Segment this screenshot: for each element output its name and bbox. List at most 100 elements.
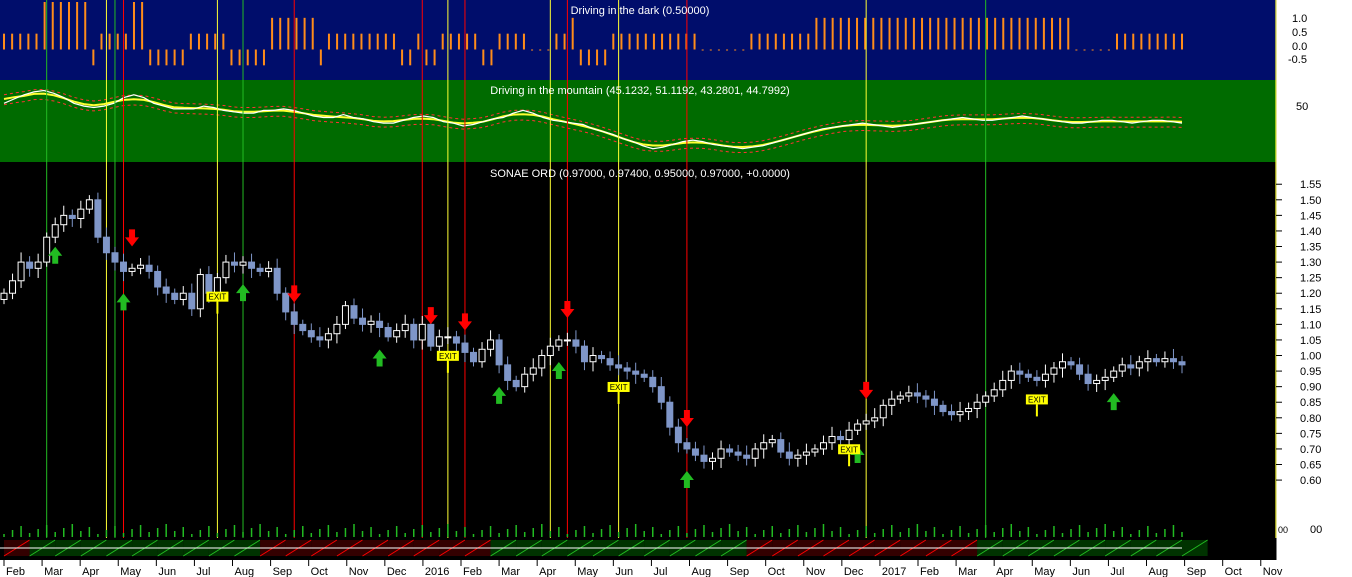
candle-body <box>768 439 776 444</box>
y-tick-label: 1.00 <box>1300 351 1321 363</box>
dark-bar <box>620 33 623 50</box>
candle-body <box>359 317 367 325</box>
candle-body <box>572 339 580 347</box>
candle-body <box>461 342 469 353</box>
dark-bar <box>677 33 680 50</box>
candle-body <box>376 320 384 328</box>
dark-bar <box>100 33 103 50</box>
x-tick-label: Apr <box>996 566 1013 577</box>
dark-bar <box>474 33 477 50</box>
dark-bar <box>726 49 729 51</box>
dark-bar <box>734 49 737 51</box>
dark-panel-title: Driving in the dark (0.50000) <box>571 5 710 17</box>
dark-bar <box>912 17 915 50</box>
candle-body <box>248 261 256 269</box>
candle-body <box>1059 361 1066 369</box>
dark-bar <box>360 33 363 50</box>
candle-body <box>649 376 657 388</box>
x-tick-label: Aug <box>1149 566 1169 577</box>
candle-body <box>1152 358 1160 363</box>
y-tick-label: 0.75 <box>1300 428 1321 440</box>
dark-bar <box>831 17 834 50</box>
x-tick-label: Nov <box>806 566 826 577</box>
x-tick-label: Jun <box>1072 566 1090 577</box>
candle-body <box>1110 370 1118 378</box>
y-tick-label: 0.85 <box>1300 397 1321 409</box>
candle-body <box>188 292 196 310</box>
candle-body <box>230 261 238 266</box>
dark-bar <box>197 33 200 50</box>
dark-bar <box>441 33 444 50</box>
candle-body <box>324 333 332 341</box>
y-tick-label: 0.90 <box>1300 382 1321 394</box>
dark-bar <box>1091 49 1094 51</box>
y-tick-label: 1.05 <box>1300 335 1321 347</box>
dark-bar <box>969 17 972 50</box>
candle-body <box>17 261 25 282</box>
dark-bar <box>661 33 664 50</box>
candle-body <box>427 323 435 347</box>
dark-bar <box>555 33 558 50</box>
candle-body <box>819 442 827 450</box>
candle-body <box>726 448 734 453</box>
x-tick-label: Feb <box>920 566 939 577</box>
dark-tick-3: 0.0 <box>1292 41 1307 53</box>
dark-bar <box>1107 49 1110 51</box>
dark-bar <box>417 33 420 50</box>
dark-bar <box>271 17 274 50</box>
dark-bar <box>1051 17 1054 50</box>
dark-bar <box>173 49 176 66</box>
candle-body <box>615 364 623 369</box>
candle-body <box>854 423 862 431</box>
dark-bar <box>92 49 95 66</box>
candle-body <box>1041 373 1049 381</box>
dark-bar <box>19 33 22 50</box>
candle-body <box>948 411 956 416</box>
candle-body <box>154 270 162 288</box>
dark-bar <box>531 49 534 51</box>
dark-bar <box>336 33 339 50</box>
candle-body <box>828 435 836 444</box>
dark-bar <box>1010 17 1013 50</box>
candle-body <box>1101 376 1109 381</box>
dark-tick-1: 1.0 <box>1292 13 1307 25</box>
candle-body <box>1007 370 1015 381</box>
dark-bar <box>945 17 948 50</box>
candle-body <box>350 305 358 319</box>
dark-bar <box>1164 33 1167 50</box>
candle-body <box>341 305 349 325</box>
candle-body <box>930 398 938 406</box>
dark-bar <box>994 17 997 50</box>
exit-label-text: EXIT <box>439 352 457 361</box>
candle-body <box>717 448 725 459</box>
candle-body <box>512 379 520 388</box>
x-tick-label: Oct <box>311 566 328 577</box>
x-tick-label: Dec <box>844 566 864 577</box>
candle-body <box>282 292 290 313</box>
x-tick-label: Aug <box>692 566 712 577</box>
x-tick-label: Dec <box>387 566 407 577</box>
candle-body <box>51 224 59 238</box>
y-tick-label: 1.25 <box>1300 273 1321 285</box>
dark-bar <box>921 17 924 50</box>
dark-bar <box>214 33 217 50</box>
y-tick-label: 1.35 <box>1300 242 1321 254</box>
x-tick-label: 2016 <box>425 566 449 577</box>
candle-body <box>410 323 418 341</box>
dark-bar <box>522 33 525 50</box>
price-panel-title: SONAE ORD (0.97000, 0.97400, 0.95000, 0.… <box>490 168 790 180</box>
dark-bar <box>149 49 152 66</box>
x-tick-label: Oct <box>768 566 785 577</box>
dark-bar <box>596 49 599 66</box>
dark-bar <box>43 2 46 50</box>
dark-bar <box>937 17 940 50</box>
candle-body <box>751 448 759 459</box>
dark-bar <box>579 49 582 66</box>
candle-body <box>435 336 443 347</box>
dark-bar <box>11 33 14 50</box>
candle-body <box>495 339 503 366</box>
dark-bar <box>392 33 395 50</box>
candle-body <box>487 339 495 350</box>
dark-bar <box>222 33 225 50</box>
y-tick-label: 0.65 <box>1300 460 1321 472</box>
